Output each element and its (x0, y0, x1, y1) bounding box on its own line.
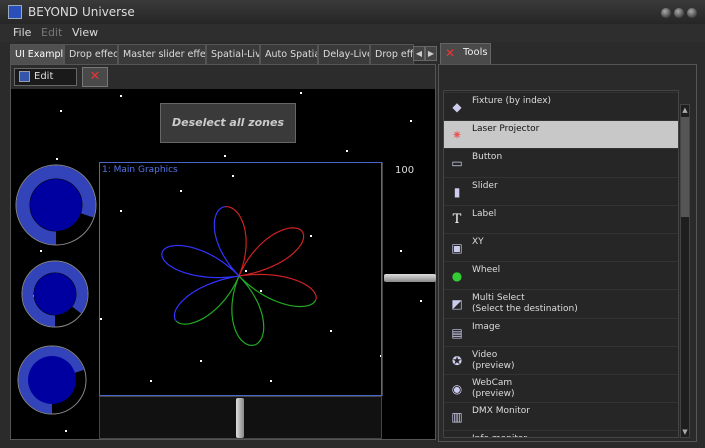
video-icon: ✪ (451, 353, 463, 368)
flower-segment (161, 206, 240, 322)
maximize-button[interactable] (674, 8, 684, 18)
tab-strip: UI Example Drop effect Master slider eff… (10, 44, 440, 64)
tool-item-label: DMX Monitor (472, 406, 530, 417)
star (300, 92, 302, 94)
star (60, 110, 62, 112)
tool-item[interactable]: ✪ Video (preview) (444, 345, 678, 374)
tab-master-slider-effects[interactable]: Master slider effects (118, 44, 206, 64)
star (346, 150, 348, 152)
dmx-monitor-icon: ▥ (451, 410, 463, 425)
flower-segment (176, 275, 317, 347)
tab-drop-effect-2[interactable]: Drop effe (370, 44, 414, 64)
tool-item[interactable]: ▤ Image (444, 317, 678, 346)
tool-item[interactable]: ▥ DMX Monitor (444, 402, 678, 430)
xy-icon: ▣ (451, 241, 463, 255)
star (410, 120, 412, 122)
star (40, 250, 42, 252)
menu-view[interactable]: View (72, 26, 98, 39)
star (65, 430, 67, 432)
tool-item-label: Label (472, 208, 497, 219)
tools-toggle-button[interactable]: ✕ (82, 67, 108, 87)
edit-label: Edit (34, 71, 54, 82)
tab-spatial-live[interactable]: Spatial-Live (206, 44, 260, 64)
tool-item[interactable]: ✷ Laser Projector (444, 120, 678, 149)
tool-item-label: Button (472, 152, 503, 163)
laser-projector-icon: ✷ (451, 128, 463, 143)
edit-icon (19, 71, 30, 82)
tab-ui-example[interactable]: UI Example (10, 44, 64, 64)
window-title: BEYOND Universe (28, 5, 135, 19)
master-slider-value: 100 (395, 165, 415, 176)
tool-item-label: WebCam (preview) (472, 378, 515, 399)
tools-scrollbar-thumb[interactable] (681, 117, 689, 217)
scroll-down-arrow-icon[interactable]: ▼ (680, 428, 690, 436)
close-button[interactable] (687, 8, 697, 18)
tool-item-label: Video (preview) (472, 349, 515, 371)
tab-scroll-right-button[interactable]: ▶ (425, 46, 437, 61)
button-icon: ▭ (451, 156, 463, 171)
wheel-2[interactable] (20, 259, 90, 329)
multi-select-icon: ◩ (451, 297, 463, 312)
tools-tab-label: Tools (463, 47, 488, 58)
menu-file[interactable]: File (13, 26, 31, 39)
star (120, 95, 122, 97)
minimize-button[interactable] (661, 8, 671, 18)
deselect-all-zones-button[interactable]: Deselect all zones (160, 103, 296, 143)
tool-item-label: Image (472, 321, 501, 332)
tool-item[interactable]: ◩ Multi Select (Select the destination) (444, 289, 678, 317)
menu-edit[interactable]: Edit (41, 26, 62, 39)
laser-flower-graphic (161, 205, 317, 347)
star (56, 158, 58, 160)
horizontal-slider-handle[interactable] (236, 398, 244, 438)
flower-segment (224, 205, 317, 301)
tool-item[interactable]: ▭ Button (444, 148, 678, 176)
tool-item[interactable]: ▮ Slider (444, 176, 678, 205)
tab-auto-spatial[interactable]: Auto Spatial (260, 44, 318, 64)
fixture-icon: ◆ (452, 100, 462, 114)
tool-item-label: Info monitor (472, 434, 527, 437)
master-slider-handle[interactable] (384, 274, 436, 282)
tools-icon: ✕ (445, 46, 456, 60)
image-icon: ▤ (451, 325, 463, 340)
label-icon: T (452, 211, 462, 227)
tool-item-label: Laser Projector (472, 124, 540, 135)
tool-item-label: XY (472, 237, 484, 247)
menu-bar (0, 24, 705, 42)
tool-item-label: Wheel (472, 265, 501, 276)
tab-drop-effect[interactable]: Drop effect (64, 44, 118, 64)
tool-item[interactable]: ◉ WebCam (preview) (444, 374, 678, 402)
tool-item[interactable]: ◆ Fixture (by index) (444, 92, 678, 120)
wheel-icon: ● (451, 269, 463, 284)
tool-item[interactable]: T Label (444, 204, 678, 233)
star (224, 155, 226, 157)
tool-item-label: Fixture (by index) (472, 96, 552, 106)
wheel-1[interactable] (14, 163, 98, 247)
scroll-up-arrow-icon[interactable]: ▲ (680, 106, 690, 114)
tab-scroll-left-button[interactable]: ◀ (413, 46, 425, 61)
tab-delay-live[interactable]: Delay-Live (318, 44, 370, 64)
tool-item-label: Multi Select (Select the destination) (472, 293, 578, 315)
tool-item[interactable]: ⓘInfo monitor (444, 430, 678, 437)
tool-item-label: Slider (472, 180, 498, 191)
wheel-3[interactable] (17, 344, 87, 420)
tool-item[interactable]: ● Wheel (444, 261, 678, 289)
tools-list: ◆ Fixture (by index) ✷ Laser Projector ▭ Butt… (443, 90, 679, 438)
slider-icon: ▮ (453, 184, 461, 199)
tool-item[interactable]: ▣ XY (444, 233, 678, 261)
webcam-icon: ◉ (451, 382, 463, 396)
app-icon (8, 5, 22, 19)
